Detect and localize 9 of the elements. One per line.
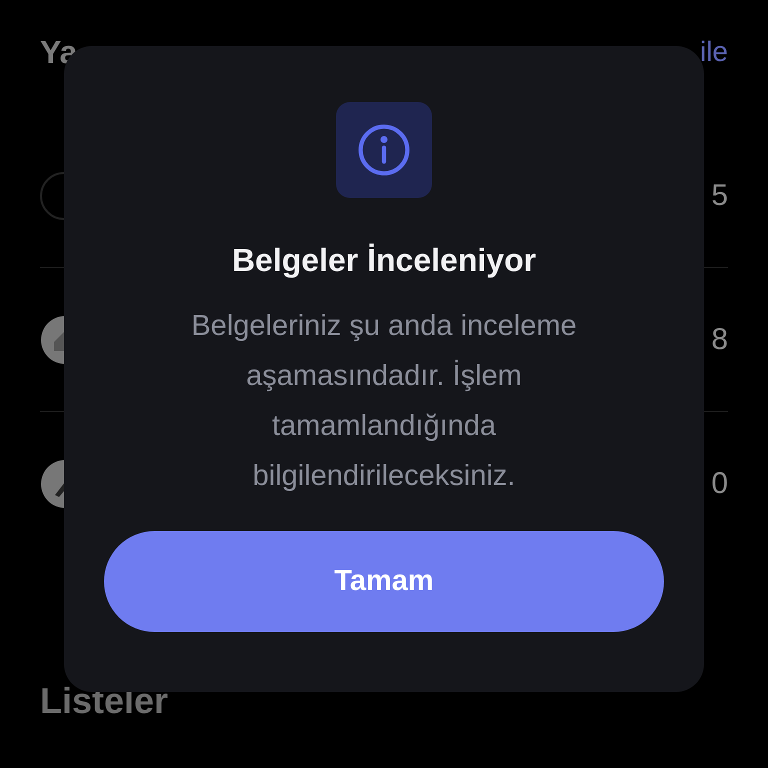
dialog-message: Belgeleriniz şu anda inceleme aşamasındadır. İşlem tamamlandığında bilgilendirileceksiniz. bbox=[190, 309, 578, 494]
lists-title: Listeler bbox=[40, 680, 170, 722]
info-icon bbox=[356, 122, 412, 178]
row-value: 8 bbox=[711, 322, 728, 356]
ok-button[interactable]: Tamam bbox=[104, 531, 664, 632]
refresh-link[interactable]: ile bbox=[700, 36, 728, 68]
row-value: 5 bbox=[711, 178, 728, 212]
row-value: 0 bbox=[711, 467, 728, 501]
dialog-title: Belgeler İnceleniyor bbox=[232, 242, 536, 279]
